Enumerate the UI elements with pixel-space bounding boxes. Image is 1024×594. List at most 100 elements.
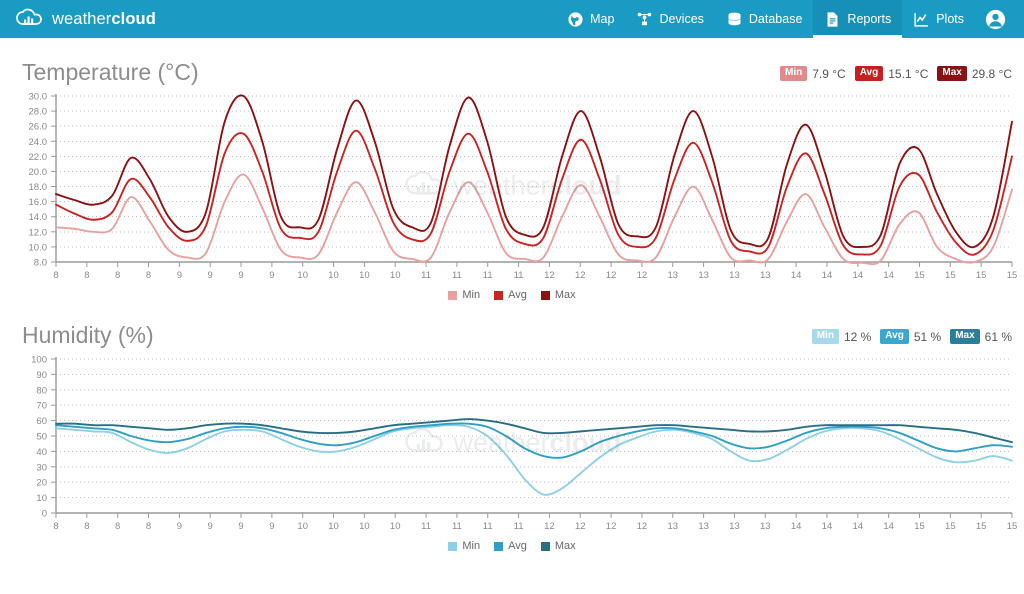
svg-text:40: 40 xyxy=(36,447,47,458)
temperature-header: Temperature (°C) Min 7.9 °C Avg 15.1 °C … xyxy=(0,38,1024,84)
svg-text:8: 8 xyxy=(53,521,58,532)
svg-text:12: 12 xyxy=(544,270,555,281)
nav-label-map: Map xyxy=(590,12,614,26)
svg-text:13: 13 xyxy=(667,270,678,281)
legend-label-max: Max xyxy=(555,540,576,552)
nav-label-plots: Plots xyxy=(936,12,964,26)
humidity-stat-min: Min 12 % xyxy=(812,329,872,344)
svg-text:8: 8 xyxy=(146,270,151,281)
svg-text:10: 10 xyxy=(36,493,47,504)
svg-text:10: 10 xyxy=(390,270,401,281)
svg-text:11: 11 xyxy=(421,270,431,281)
temperature-max-badge: Max xyxy=(937,66,966,81)
legend-item-max[interactable]: Max xyxy=(541,540,576,552)
svg-text:28.0: 28.0 xyxy=(29,107,48,118)
svg-text:13: 13 xyxy=(698,270,709,281)
svg-text:14: 14 xyxy=(822,270,833,281)
user-avatar-icon xyxy=(985,9,1006,30)
svg-text:9: 9 xyxy=(208,270,213,281)
svg-text:11: 11 xyxy=(514,521,524,532)
legend-label-min: Min xyxy=(462,540,480,552)
svg-text:9: 9 xyxy=(269,270,274,281)
svg-text:13: 13 xyxy=(729,521,740,532)
brand-name-bold: cloud xyxy=(111,10,156,28)
svg-text:13: 13 xyxy=(760,521,771,532)
legend-swatch-avg xyxy=(494,291,503,300)
svg-text:100: 100 xyxy=(31,355,47,366)
svg-text:11: 11 xyxy=(421,521,431,532)
humidity-chart[interactable]: 0102030405060708090100888899991010101011… xyxy=(4,351,1020,539)
line-chart-icon xyxy=(913,11,930,28)
svg-text:10: 10 xyxy=(390,521,401,532)
humidity-max-badge: Max xyxy=(950,329,979,344)
svg-text:16.0: 16.0 xyxy=(29,197,48,208)
svg-text:24.0: 24.0 xyxy=(29,137,48,148)
svg-text:15: 15 xyxy=(914,270,925,281)
svg-text:12: 12 xyxy=(637,521,648,532)
nav-item-reports[interactable]: Reports xyxy=(813,0,902,38)
legend-swatch-avg xyxy=(494,542,503,551)
nav-label-reports: Reports xyxy=(847,12,891,26)
legend-item-min[interactable]: Min xyxy=(448,289,480,301)
svg-text:14: 14 xyxy=(791,270,802,281)
humidity-avg-badge: Avg xyxy=(880,329,909,344)
svg-text:12.0: 12.0 xyxy=(29,227,48,238)
nav-item-plots[interactable]: Plots xyxy=(902,0,975,38)
humidity-stats: Min 12 % Avg 51 % Max 61 % xyxy=(812,329,1016,347)
svg-text:14: 14 xyxy=(883,521,894,532)
svg-text:20: 20 xyxy=(36,478,47,489)
legend-swatch-min xyxy=(448,542,457,551)
svg-text:10: 10 xyxy=(328,270,339,281)
svg-text:11: 11 xyxy=(452,521,462,532)
temperature-section: Temperature (°C) Min 7.9 °C Avg 15.1 °C … xyxy=(0,38,1024,301)
svg-text:11: 11 xyxy=(514,270,524,281)
svg-text:14.0: 14.0 xyxy=(29,212,48,223)
svg-text:12: 12 xyxy=(637,270,648,281)
nav-item-devices[interactable]: Devices xyxy=(625,0,714,38)
legend-item-min[interactable]: Min xyxy=(448,540,480,552)
svg-text:9: 9 xyxy=(177,521,182,532)
svg-text:14: 14 xyxy=(853,521,864,532)
svg-text:15: 15 xyxy=(976,270,987,281)
nav-items: Map Devices Database xyxy=(556,0,1024,38)
legend-swatch-max xyxy=(541,542,550,551)
legend-swatch-min xyxy=(448,291,457,300)
svg-text:9: 9 xyxy=(269,521,274,532)
svg-text:9: 9 xyxy=(177,270,182,281)
svg-text:12: 12 xyxy=(575,270,586,281)
svg-text:12: 12 xyxy=(606,521,617,532)
svg-text:8: 8 xyxy=(53,270,58,281)
nav-item-map[interactable]: Map xyxy=(556,0,625,38)
svg-text:18.0: 18.0 xyxy=(29,182,48,193)
weather-station-icon xyxy=(636,11,653,28)
temperature-max-value: 29.8 °C xyxy=(972,67,1012,81)
brand-logo-link[interactable]: weathercloud xyxy=(0,0,156,38)
legend-label-avg: Avg xyxy=(508,540,527,552)
svg-text:10: 10 xyxy=(359,270,370,281)
svg-text:30.0: 30.0 xyxy=(29,92,48,103)
user-avatar-button[interactable] xyxy=(975,0,1018,38)
svg-text:9: 9 xyxy=(238,521,243,532)
svg-text:13: 13 xyxy=(729,270,740,281)
legend-item-avg[interactable]: Avg xyxy=(494,289,527,301)
temperature-avg-value: 15.1 °C xyxy=(888,67,928,81)
humidity-min-value: 12 % xyxy=(844,330,871,344)
document-icon xyxy=(824,11,841,28)
svg-text:70: 70 xyxy=(36,401,47,412)
legend-item-max[interactable]: Max xyxy=(541,289,576,301)
temperature-chart-wrap: 8.010.012.014.016.018.020.022.024.026.02… xyxy=(0,84,1024,288)
svg-text:22.0: 22.0 xyxy=(29,152,48,163)
svg-text:8: 8 xyxy=(84,521,89,532)
nav-item-database[interactable]: Database xyxy=(715,0,814,38)
nav-label-devices: Devices xyxy=(659,12,703,26)
brand-name-light: weather xyxy=(52,10,111,28)
svg-text:14: 14 xyxy=(883,270,894,281)
svg-text:12: 12 xyxy=(606,270,617,281)
humidity-stat-avg: Avg 51 % xyxy=(880,329,941,344)
temperature-chart[interactable]: 8.010.012.014.016.018.020.022.024.026.02… xyxy=(4,88,1020,288)
svg-text:15: 15 xyxy=(1007,270,1018,281)
svg-text:12: 12 xyxy=(575,521,586,532)
legend-item-avg[interactable]: Avg xyxy=(494,540,527,552)
temperature-legend: Min Avg Max xyxy=(0,289,1024,301)
svg-text:30: 30 xyxy=(36,462,47,473)
